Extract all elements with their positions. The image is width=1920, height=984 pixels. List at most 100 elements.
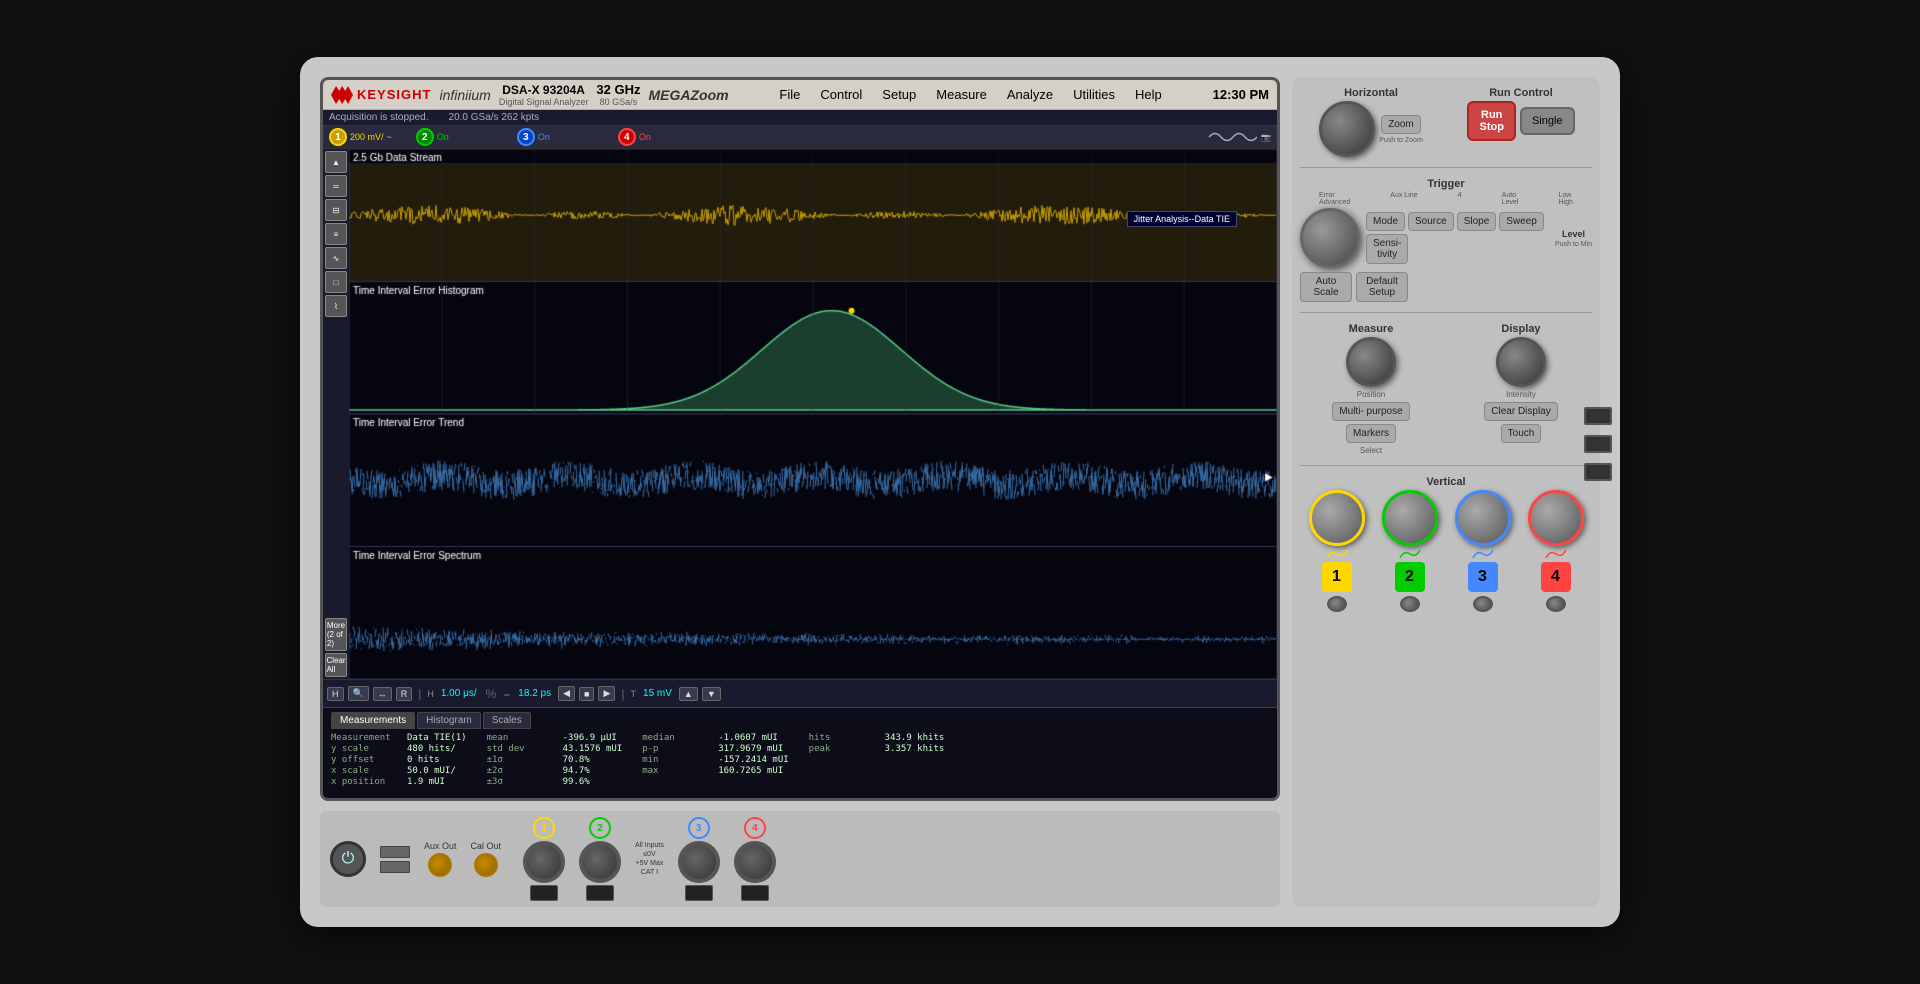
more-btn[interactable]: More(2 of 2) xyxy=(325,618,347,651)
intensity-label: Intensity xyxy=(1506,390,1536,399)
ch3-circle: 3 xyxy=(688,817,710,839)
side-btn-4[interactable]: ∿ xyxy=(325,247,347,269)
ch2-vert-knob[interactable] xyxy=(1382,490,1438,546)
zoom-control-btn[interactable]: Zoom xyxy=(1381,115,1421,134)
ch1-vert-knob[interactable] xyxy=(1309,490,1365,546)
ch2-fine-knob[interactable] xyxy=(1400,596,1420,612)
sensitivity-btn[interactable]: Sensi-tivity xyxy=(1366,234,1408,264)
ch3-fine-knob[interactable] xyxy=(1473,596,1493,612)
divider-2 xyxy=(1300,312,1592,313)
cal-out-connector xyxy=(474,853,498,877)
side-btn-2[interactable]: ⊟ xyxy=(325,199,347,221)
meas-mid-key-2: ±1σ xyxy=(487,755,557,765)
multipurpose-btn[interactable]: Multi- purpose xyxy=(1332,402,1409,421)
model-label: DSA-X 93204A xyxy=(499,83,589,97)
top-section: Horizontal Zoom Push to Zoom Run Control… xyxy=(1300,87,1592,157)
ch1-wave-icon xyxy=(1325,548,1349,560)
menu-file[interactable]: File xyxy=(776,86,803,103)
trig-up[interactable]: ▲ xyxy=(679,687,698,701)
timebase-mode-btn[interactable]: H xyxy=(327,687,344,701)
pan-btn[interactable]: ↔ xyxy=(373,687,392,701)
clear-all-btn[interactable]: ClearAll xyxy=(325,653,347,677)
freq-block: 32 GHz 80 GSa/s xyxy=(596,82,640,107)
ch1-coupling: ~ xyxy=(387,132,392,142)
ch1-indicator[interactable]: 1 200 mV/ ~ xyxy=(329,128,392,146)
ref-btn[interactable]: R xyxy=(396,687,413,701)
side-btn-6[interactable]: ⌇ xyxy=(325,295,347,317)
touch-btn[interactable]: Touch xyxy=(1501,424,1542,443)
meas-far-key-1: peak xyxy=(809,744,879,754)
default-setup-btn[interactable]: DefaultSetup xyxy=(1356,272,1408,302)
nav-right[interactable]: ▶ xyxy=(598,686,615,701)
ch3-number[interactable]: 3 xyxy=(1468,562,1498,592)
display-section: Display Intensity Clear Display Touch xyxy=(1450,323,1592,455)
waveform-canvas[interactable] xyxy=(349,149,1277,679)
menu-analyze[interactable]: Analyze xyxy=(1004,86,1056,103)
menu-utilities[interactable]: Utilities xyxy=(1070,86,1118,103)
menu-help[interactable]: Help xyxy=(1132,86,1165,103)
meas-mid-val-3: 94.7% xyxy=(563,766,590,776)
menu-control[interactable]: Control xyxy=(817,86,865,103)
menu-setup[interactable]: Setup xyxy=(879,86,919,103)
trigger-knob[interactable] xyxy=(1300,208,1360,268)
tab-measurements[interactable]: Measurements xyxy=(331,712,415,729)
usb-port-1 xyxy=(380,861,410,873)
ch4-fine-knob[interactable] xyxy=(1546,596,1566,612)
meas-mid-key-3: ±2σ xyxy=(487,766,557,776)
nav-stop[interactable]: ■ xyxy=(579,687,594,701)
ch3-wave-icon xyxy=(1471,548,1495,560)
sweep-btn[interactable]: Sweep xyxy=(1499,212,1544,231)
source-btn[interactable]: Source xyxy=(1408,212,1454,231)
display-intensity-knob[interactable] xyxy=(1496,337,1546,387)
run-control-section: Run Control RunStop Single xyxy=(1450,87,1592,157)
meas-right-val-2: -157.2414 mUI xyxy=(718,755,788,765)
ch2-indicator[interactable]: 2 On xyxy=(416,128,449,146)
cal-out-group: Cal Out xyxy=(471,841,502,877)
ch3-indicator[interactable]: 3 On xyxy=(517,128,550,146)
nav-left[interactable]: ◀ xyxy=(558,686,575,701)
slope-btn[interactable]: Slope xyxy=(1457,212,1497,231)
tab-histogram[interactable]: Histogram xyxy=(417,712,481,729)
oscilloscope-body: KEYSIGHT infiniium DSA-X 93204A Digital … xyxy=(300,57,1620,927)
meas-mid-val-4: 99.6% xyxy=(563,777,590,787)
auto-scale-btn[interactable]: AutoScale xyxy=(1300,272,1352,302)
level-sub: Push to Min xyxy=(1555,241,1592,248)
ch1-number[interactable]: 1 xyxy=(1322,562,1352,592)
position-label: Position xyxy=(1357,390,1385,399)
port-group-left xyxy=(380,846,410,873)
push-zoom-label: Push to Zoom xyxy=(1379,137,1423,144)
tab-scales[interactable]: Scales xyxy=(483,712,531,729)
screen-wrapper: KEYSIGHT infiniium DSA-X 93204A Digital … xyxy=(320,77,1280,801)
side-btn-1[interactable]: ═ xyxy=(325,175,347,197)
meas-right-val-3: 160.7265 mUI xyxy=(718,766,783,776)
meas-val-3: 50.0 mUI/ xyxy=(407,766,456,776)
ch4-number[interactable]: 4 xyxy=(1541,562,1571,592)
ch1-fine-knob[interactable] xyxy=(1327,596,1347,612)
single-button[interactable]: Single xyxy=(1520,107,1575,135)
side-btn-trigger[interactable]: ▲ xyxy=(325,151,347,173)
ch4-vert-knob[interactable] xyxy=(1528,490,1584,546)
run-stop-button[interactable]: RunStop xyxy=(1467,101,1515,141)
measure-position-knob[interactable] xyxy=(1346,337,1396,387)
markers-btn[interactable]: Markers xyxy=(1346,424,1396,443)
bottom-controls: H 🔍 ↔ R | H 1.00 μs/ % ⇔ 18.2 ps ◀ ■ ▶ |… xyxy=(323,679,1277,707)
mode-btn[interactable]: Mode xyxy=(1366,212,1405,231)
freq-label: 32 GHz xyxy=(596,82,640,97)
trigger-section: Trigger ErrorAdvanced Aux Line 4 AutoLev… xyxy=(1300,178,1592,302)
ch3-badge: 3 xyxy=(517,128,535,146)
ch4-indicator[interactable]: 4 On xyxy=(618,128,651,146)
meas-val-0: Data TIE(1) xyxy=(407,733,467,743)
meas-right-col: median-1.0607 mUI p-p317.9679 mUI min-15… xyxy=(642,733,788,787)
ch2-number[interactable]: 2 xyxy=(1395,562,1425,592)
side-btn-5[interactable]: □ xyxy=(325,271,347,293)
power-button[interactable]: ⏻ xyxy=(330,841,366,877)
trig-down[interactable]: ▼ xyxy=(702,687,721,701)
zoom-btn[interactable]: 🔍 xyxy=(348,686,369,701)
menu-measure[interactable]: Measure xyxy=(933,86,990,103)
ch4-bnc xyxy=(734,841,776,883)
ch2-connector-group: 2 xyxy=(579,817,621,901)
side-btn-3[interactable]: ≡ xyxy=(325,223,347,245)
horizontal-knob[interactable] xyxy=(1319,101,1375,157)
ch3-vert-knob[interactable] xyxy=(1455,490,1511,546)
clear-display-btn[interactable]: Clear Display xyxy=(1484,402,1557,421)
